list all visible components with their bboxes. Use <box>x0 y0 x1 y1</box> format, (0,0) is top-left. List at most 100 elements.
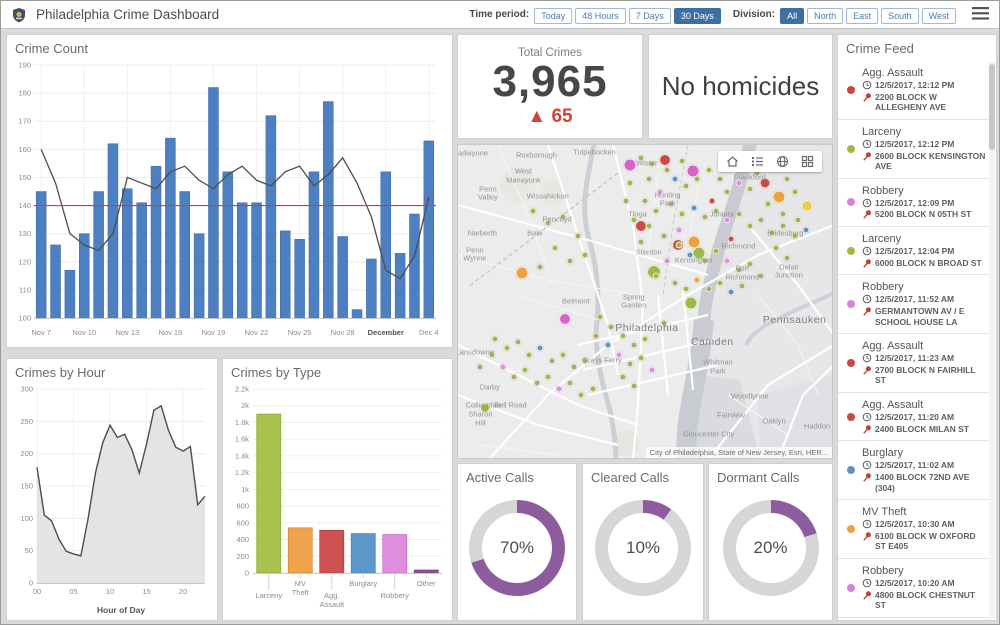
crime-incident-dot[interactable] <box>630 383 637 390</box>
crime-incident-dot[interactable] <box>555 386 562 393</box>
feed-item[interactable]: Larceny12/5/2017, 12:12 PM2600 BLOCK KEN… <box>838 120 989 179</box>
crime-incident-dot[interactable] <box>765 201 772 208</box>
legend-icon[interactable] <box>748 154 767 169</box>
crime-incident-dot[interactable] <box>544 220 551 227</box>
crime-incident-dot[interactable] <box>597 314 604 321</box>
crime-incident-dot[interactable] <box>801 200 813 212</box>
crime-incident-dot[interactable] <box>795 217 802 224</box>
crime-incident-dot[interactable] <box>659 154 671 166</box>
crime-incident-dot[interactable] <box>480 403 490 413</box>
crime-incident-dot[interactable] <box>623 159 636 172</box>
crime-incident-dot[interactable] <box>570 364 577 371</box>
crime-incident-dot[interactable] <box>675 242 682 249</box>
crime-incident-dot[interactable] <box>746 260 753 267</box>
crime-incident-dot[interactable] <box>593 332 600 339</box>
feed-item[interactable]: MV Theft12/5/2017, 10:30 AM6100 BLOCK W … <box>838 500 989 559</box>
crime-incident-dot[interactable] <box>608 323 615 330</box>
time-period-button-7-days[interactable]: 7 Days <box>629 8 671 24</box>
crime-incident-dot[interactable] <box>694 176 701 183</box>
crime-incident-dot[interactable] <box>664 257 671 264</box>
crime-incident-dot[interactable] <box>735 210 742 217</box>
crime-incident-dot[interactable] <box>675 226 682 233</box>
crime-incident-dot[interactable] <box>686 251 693 258</box>
feed-item[interactable]: Robbery12/5/2017, 12:09 PM5200 BLOCK N 0… <box>838 179 989 227</box>
crime-incident-dot[interactable] <box>649 160 656 167</box>
crime-incident-dot[interactable] <box>642 336 649 343</box>
crime-incident-dot[interactable] <box>735 179 742 186</box>
crime-incident-dot[interactable] <box>567 379 574 386</box>
crime-incident-dot[interactable] <box>559 313 571 325</box>
feed-item[interactable]: Burglary12/5/2017, 11:02 AM1400 BLOCK 72… <box>838 441 989 500</box>
crime-incident-dot[interactable] <box>713 207 720 214</box>
crime-incident-dot[interactable] <box>649 367 656 374</box>
crime-incident-dot[interactable] <box>757 273 764 280</box>
hamburger-menu-icon[interactable] <box>970 5 991 25</box>
crime-incident-dot[interactable] <box>802 226 809 233</box>
crime-incident-dot[interactable] <box>526 351 533 358</box>
feed-scrollbar[interactable] <box>989 62 995 618</box>
feed-item[interactable]: Robbery12/5/2017, 10:20 AM4800 BLOCK CHE… <box>838 559 989 618</box>
crime-incident-dot[interactable] <box>630 342 637 349</box>
feed-item[interactable]: Agg. Assault12/5/2017, 11:23 AM2700 BLOC… <box>838 334 989 393</box>
feed-item[interactable]: Larceny12/5/2017, 12:04 PM6000 BLOCK N B… <box>838 227 989 275</box>
crime-incident-dot[interactable] <box>627 179 634 186</box>
crime-incident-dot[interactable] <box>656 188 663 195</box>
crime-incident-dot[interactable] <box>615 351 622 358</box>
crime-incident-dot[interactable] <box>499 364 506 371</box>
crime-incident-dot[interactable] <box>769 229 776 236</box>
crime-incident-dot[interactable] <box>623 198 630 205</box>
crime-incident-dot[interactable] <box>548 357 555 364</box>
crime-incident-dot[interactable] <box>705 167 712 174</box>
crime-incident-dot[interactable] <box>627 361 634 368</box>
division-button-east[interactable]: East <box>846 8 878 24</box>
crime-incident-dot[interactable] <box>784 254 791 261</box>
home-icon[interactable] <box>723 154 742 169</box>
crime-incident-dot[interactable] <box>589 386 596 393</box>
crime-incident-dot[interactable] <box>709 198 716 205</box>
crime-incident-dot[interactable] <box>705 285 712 292</box>
crime-incident-dot[interactable] <box>683 182 690 189</box>
crime-incident-dot[interactable] <box>683 285 690 292</box>
map-panel[interactable]: GladwynneRoxboroughTulpehockenWisterWest… <box>457 144 833 459</box>
crime-incident-dot[interactable] <box>537 345 544 352</box>
feed-item[interactable]: Agg. Assault12/5/2017, 11:20 AM2400 BLOC… <box>838 393 989 441</box>
crime-incident-dot[interactable] <box>642 198 649 205</box>
crime-incident-dot[interactable] <box>746 223 753 230</box>
crime-incident-dot[interactable] <box>578 392 585 399</box>
crime-incident-dot[interactable] <box>694 276 701 283</box>
crime-incident-dot[interactable] <box>660 320 667 327</box>
division-button-all[interactable]: All <box>780 8 804 24</box>
crime-incident-dot[interactable] <box>671 176 678 183</box>
crime-incident-dot[interactable] <box>668 201 675 208</box>
crime-incident-dot[interactable] <box>638 239 645 246</box>
crime-incident-dot[interactable] <box>638 154 645 161</box>
crime-incident-dot[interactable] <box>701 257 708 264</box>
crime-incident-dot[interactable] <box>739 282 746 289</box>
crime-incident-dot[interactable] <box>477 364 484 371</box>
crime-incident-dot[interactable] <box>784 176 791 183</box>
crime-incident-dot[interactable] <box>791 188 798 195</box>
division-button-west[interactable]: West <box>922 8 956 24</box>
crime-incident-dot[interactable] <box>492 336 499 343</box>
crime-incident-dot[interactable] <box>645 176 652 183</box>
division-button-north[interactable]: North <box>807 8 843 24</box>
crime-incident-dot[interactable] <box>780 210 787 217</box>
crime-incident-dot[interactable] <box>645 223 652 230</box>
crime-incident-dot[interactable] <box>660 232 667 239</box>
feed-scrollbar-thumb[interactable] <box>989 64 995 150</box>
crime-incident-dot[interactable] <box>559 351 566 358</box>
feed-item[interactable]: Robbery12/5/2017, 11:52 AMGERMANTOWN AV … <box>838 275 989 334</box>
crime-incident-dot[interactable] <box>619 332 626 339</box>
crime-incident-dot[interactable] <box>514 339 521 346</box>
crime-incident-dot[interactable] <box>552 245 559 252</box>
crime-incident-dot[interactable] <box>488 351 495 358</box>
basemap-icon[interactable] <box>773 154 792 169</box>
time-period-button-30-days[interactable]: 30 Days <box>674 8 721 24</box>
crime-incident-dot[interactable] <box>529 207 536 214</box>
crime-incident-dot[interactable] <box>574 232 581 239</box>
time-period-button-48-hours[interactable]: 48 Hours <box>575 8 626 24</box>
division-button-south[interactable]: South <box>881 8 919 24</box>
crime-incident-dot[interactable] <box>679 157 686 164</box>
crime-incident-dot[interactable] <box>582 251 589 258</box>
crime-incident-dot[interactable] <box>567 257 574 264</box>
